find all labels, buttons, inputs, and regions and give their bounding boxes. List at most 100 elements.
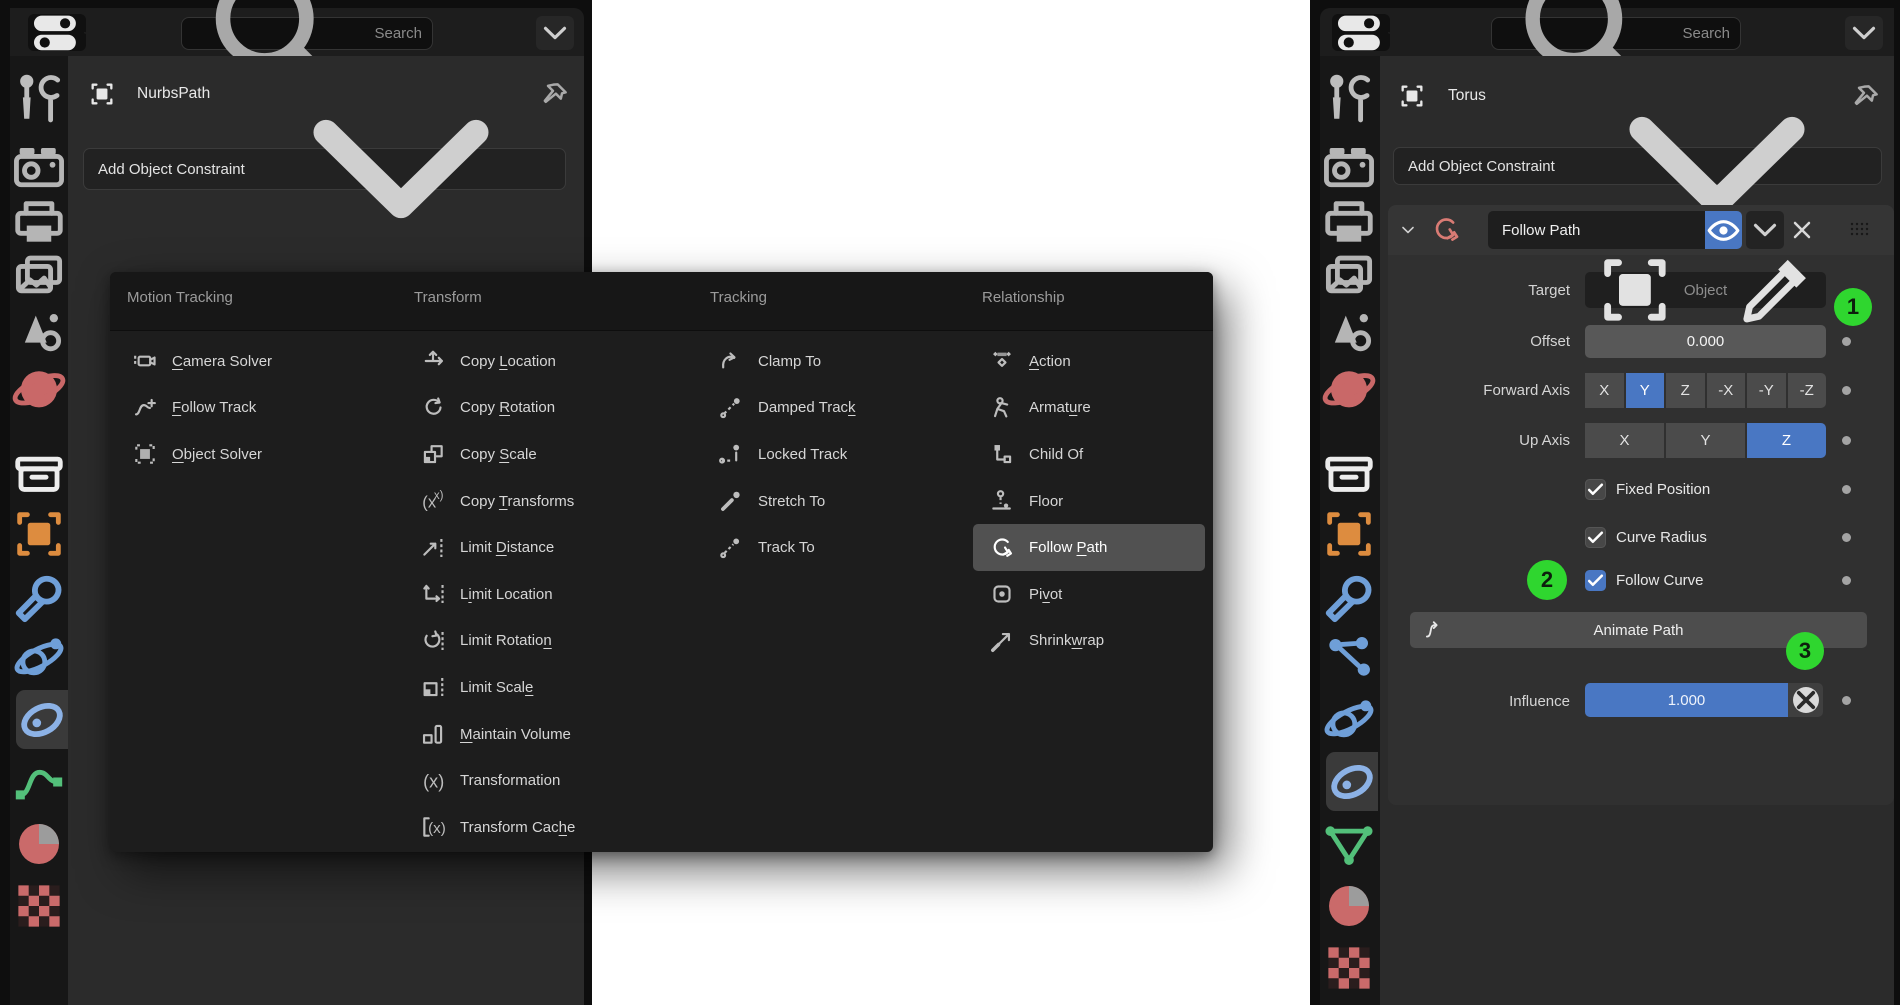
axis-button[interactable]: -X — [1707, 373, 1746, 408]
constraint-extras-dropdown[interactable] — [1746, 211, 1784, 249]
properties-tab[interactable] — [1320, 876, 1378, 935]
properties-tab[interactable] — [16, 690, 68, 749]
properties-tab[interactable] — [10, 566, 68, 625]
properties-tab[interactable] — [1320, 252, 1378, 304]
properties-tab[interactable] — [1320, 142, 1378, 194]
properties-tab[interactable] — [1320, 362, 1378, 414]
add-object-constraint-button[interactable]: Add Object Constraint — [1393, 147, 1882, 185]
properties-tab[interactable] — [1320, 307, 1378, 359]
editor-type-button[interactable] — [28, 14, 86, 51]
constraint-panel-header[interactable]: Follow Path — [1388, 205, 1894, 255]
target-object-field[interactable]: Object — [1585, 272, 1826, 308]
decorator-dot[interactable] — [1842, 485, 1851, 494]
drag-handle-icon[interactable] — [1844, 221, 1872, 239]
axis-button[interactable]: -Y — [1747, 373, 1786, 408]
menu-item[interactable]: Clamp To — [714, 338, 966, 385]
eyedropper-icon[interactable] — [1735, 249, 1817, 331]
menu-item[interactable]: Limit Location — [416, 571, 692, 618]
menu-item[interactable]: Child Of — [973, 431, 1205, 478]
offset-value-field[interactable]: 0.000 — [1585, 325, 1826, 358]
properties-tab[interactable] — [10, 74, 68, 126]
curve-radius-checkbox[interactable] — [1585, 527, 1606, 548]
menu-item[interactable]: Object Solver — [128, 431, 393, 478]
menu-item[interactable]: Action — [973, 338, 1205, 385]
menu-item[interactable]: Limit Rotation — [416, 618, 692, 665]
decorator-dot[interactable] — [1842, 696, 1851, 705]
menu-item[interactable]: Copy Scale — [416, 431, 692, 478]
svg-text:(x): (x) — [428, 820, 446, 837]
menu-item[interactable]: Camera Solver — [128, 338, 393, 385]
constraint-name-field[interactable]: Follow Path — [1488, 211, 1705, 249]
menu-item[interactable]: Limit Distance — [416, 524, 692, 571]
menu-item[interactable]: Follow Path — [973, 524, 1205, 571]
properties-tab[interactable] — [1320, 197, 1378, 249]
properties-tab[interactable] — [10, 752, 68, 811]
properties-tab[interactable] — [1320, 628, 1378, 687]
breadcrumb-object-name[interactable]: Torus — [1448, 87, 1486, 105]
properties-tab[interactable] — [1320, 690, 1378, 749]
menu-item[interactable]: Shrinkwrap — [973, 618, 1205, 665]
properties-tab[interactable] — [10, 504, 68, 563]
properties-tab[interactable] — [10, 876, 68, 935]
decorator-dot[interactable] — [1842, 533, 1851, 542]
delete-constraint-button[interactable] — [1788, 216, 1816, 244]
menu-item[interactable]: Damped Track — [714, 385, 966, 432]
properties-tab[interactable] — [10, 814, 68, 873]
influence-fill[interactable]: 1.000 — [1585, 683, 1788, 717]
menu-item[interactable]: Maintain Volume — [416, 711, 692, 758]
axis-button[interactable]: Y — [1626, 373, 1665, 408]
axis-button[interactable]: Y — [1666, 423, 1745, 458]
menu-item[interactable]: Armature — [973, 385, 1205, 432]
axis-button[interactable]: -Z — [1788, 373, 1827, 408]
fixed-position-checkbox[interactable] — [1585, 479, 1606, 500]
influence-clear-button[interactable] — [1788, 683, 1823, 717]
up-axis-buttons: XYZ — [1585, 423, 1826, 458]
properties-tab[interactable] — [1320, 74, 1378, 126]
menu-column-header: Motion Tracking — [127, 289, 233, 306]
constraint-visibility-toggle[interactable] — [1705, 211, 1742, 249]
follow-curve-checkbox[interactable] — [1585, 570, 1606, 591]
expand-chevron-icon[interactable] — [1398, 220, 1418, 240]
properties-tab[interactable] — [10, 142, 68, 194]
properties-tab[interactable] — [10, 442, 68, 501]
axis-button[interactable]: Z — [1666, 373, 1705, 408]
editor-type-button[interactable] — [1332, 14, 1390, 51]
properties-tab[interactable] — [1326, 752, 1378, 811]
add-object-constraint-button[interactable]: Add Object Constraint — [83, 148, 566, 190]
properties-tab[interactable] — [1320, 504, 1378, 563]
menu-item[interactable]: Copy Location — [416, 338, 692, 385]
menu-item[interactable]: Limit Scale — [416, 664, 692, 711]
axis-button[interactable]: Z — [1747, 423, 1826, 458]
properties-tab[interactable] — [10, 197, 68, 249]
decorator-dot[interactable] — [1842, 436, 1851, 445]
menu-item[interactable]: Follow Track — [128, 385, 393, 432]
breadcrumb-object-name[interactable]: NurbsPath — [137, 85, 210, 103]
decorator-dot[interactable] — [1842, 576, 1851, 585]
locked-track-icon — [718, 441, 744, 467]
menu-item[interactable]: Stretch To — [714, 478, 966, 525]
menu-item[interactable]: Copy Rotation — [416, 385, 692, 432]
properties-tab[interactable] — [10, 362, 68, 414]
axis-button[interactable]: X — [1585, 423, 1664, 458]
menu-item[interactable]: Locked Track — [714, 431, 966, 478]
decorator-dot[interactable] — [1842, 386, 1851, 395]
menu-item[interactable]: (x)Transform Cache — [416, 804, 692, 851]
menu-item[interactable]: (x)Transformation — [416, 757, 692, 804]
properties-tab[interactable] — [10, 307, 68, 359]
properties-tab[interactable] — [1320, 566, 1378, 625]
properties-tab[interactable] — [10, 252, 68, 304]
axis-button[interactable]: X — [1585, 373, 1624, 408]
texture-icon — [10, 877, 68, 935]
menu-item[interactable]: Floor — [973, 478, 1205, 525]
properties-tab[interactable] — [1320, 938, 1378, 997]
properties-tab[interactable] — [10, 628, 68, 687]
properties-tab[interactable] — [1320, 442, 1378, 501]
influence-slider[interactable]: 1.000 — [1585, 683, 1823, 717]
menu-item[interactable]: Track To — [714, 524, 966, 571]
menu-column-header: Transform — [414, 289, 482, 306]
decorator-dot[interactable] — [1842, 337, 1851, 346]
properties-tab[interactable] — [1320, 814, 1378, 873]
copy-location-icon — [420, 348, 446, 374]
menu-item[interactable]: Pivot — [973, 571, 1205, 618]
menu-item[interactable]: (xx)Copy Transforms — [416, 478, 692, 525]
